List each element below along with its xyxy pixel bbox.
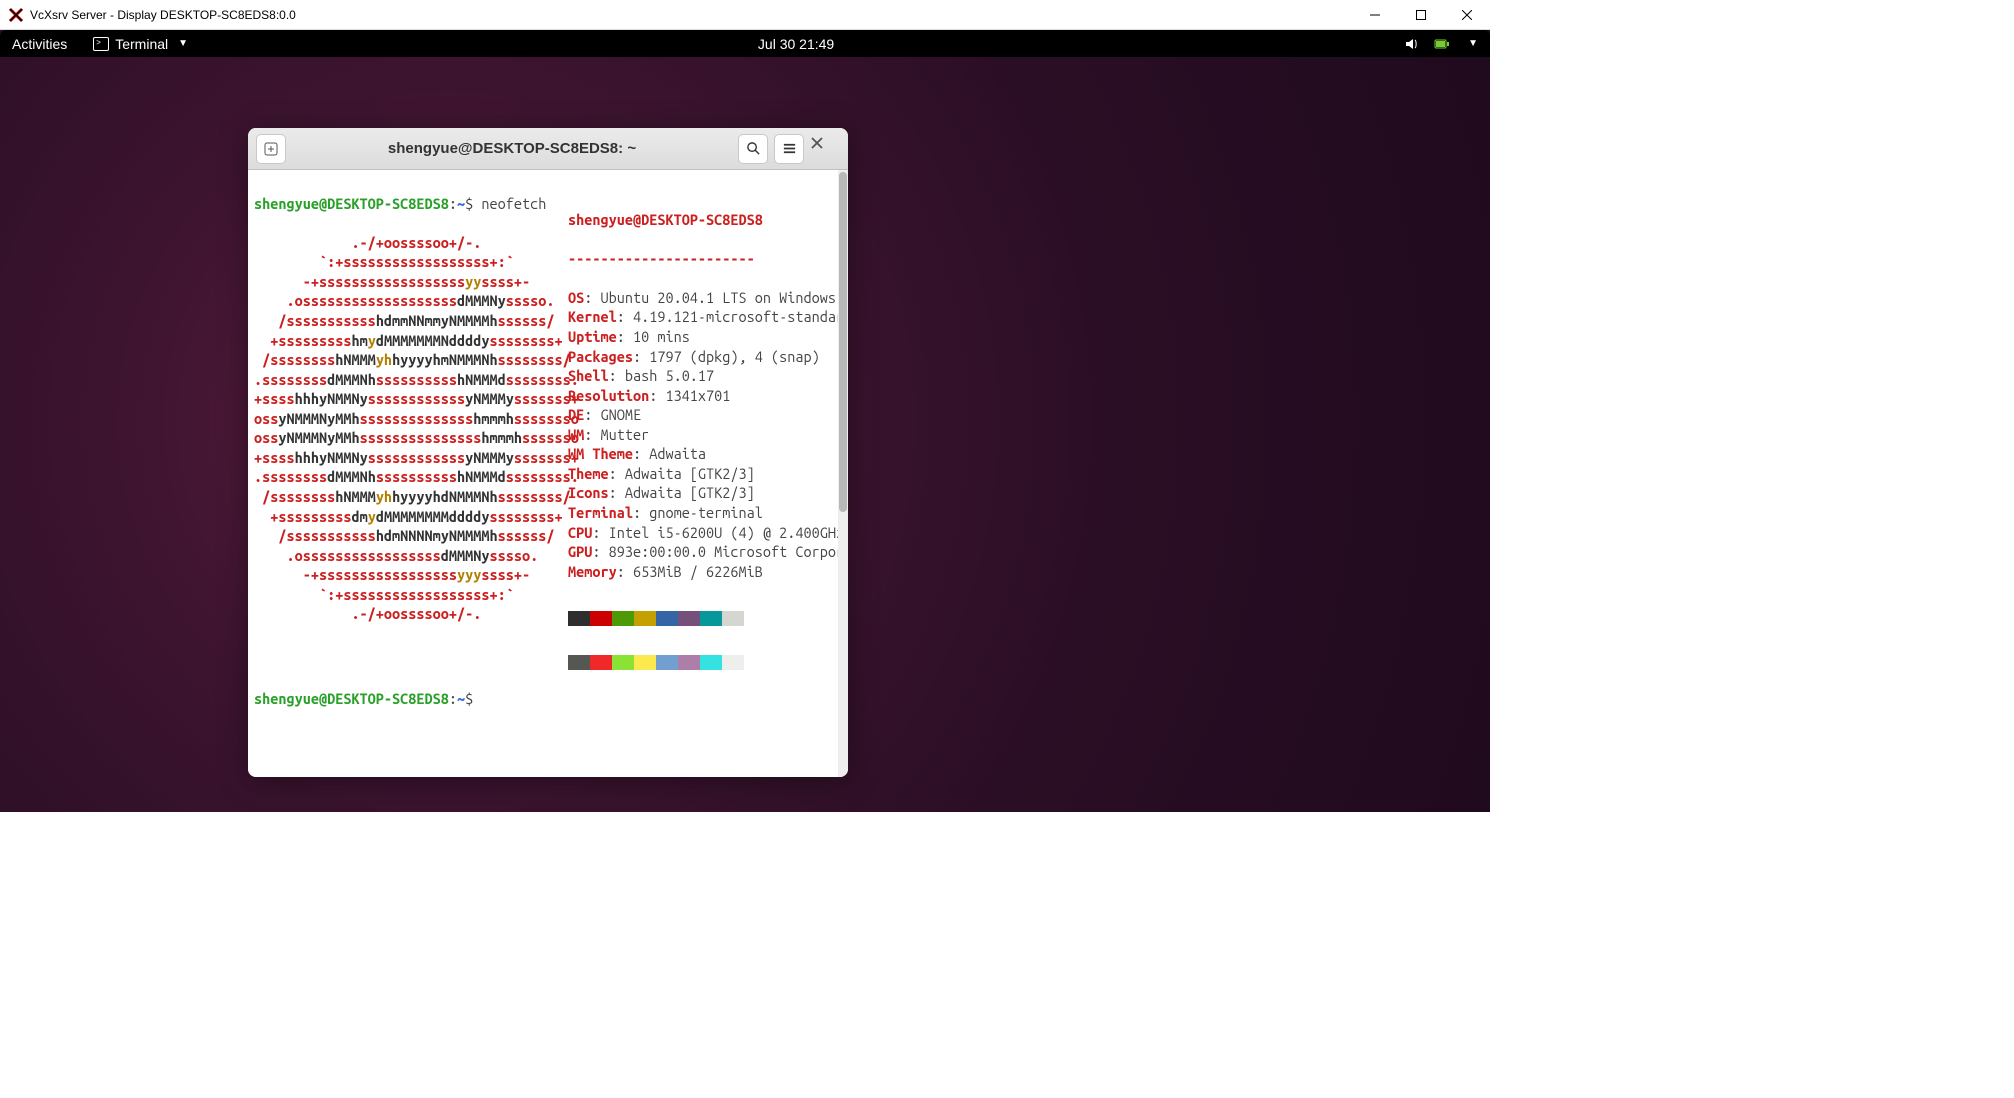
color-swatch: [634, 611, 656, 626]
gnome-desktop: Activities Terminal ▼ Jul 30 21:49 ▼ she…: [0, 30, 1490, 812]
info-row: Kernel: 4.19.121-microsoft-standard: [568, 307, 848, 327]
info-row: GPU: 893e:00:00.0 Microsoft Corporat: [568, 542, 848, 562]
new-tab-icon: [263, 141, 279, 157]
prompt-path: ~: [457, 195, 465, 212]
command: neofetch: [481, 195, 546, 212]
info-row: WM: Mutter: [568, 425, 848, 445]
color-swatches-row-2: [568, 655, 848, 670]
color-swatch: [612, 611, 634, 626]
color-swatch: [590, 655, 612, 670]
neofetch-ascii: .-/+oossssoo+/-. `:+ssssssssssssssssss+:…: [254, 234, 587, 623]
info-row: Memory: 653MiB / 6226MiB: [568, 562, 848, 582]
menu-button[interactable]: [774, 134, 804, 164]
info-row: DE: GNOME: [568, 405, 848, 425]
color-swatches-row-1: [568, 611, 848, 626]
app-menu-label: Terminal: [115, 36, 168, 52]
activities-button[interactable]: Activities: [12, 36, 67, 52]
prompt-path: ~: [457, 690, 465, 707]
maximize-button[interactable]: [1398, 0, 1444, 30]
vcxsrv-icon: [8, 7, 24, 23]
info-row: OS: Ubuntu 20.04.1 LTS on Windows 10: [568, 288, 848, 308]
neofetch-info: shengyue@DESKTOP-SC8EDS8 ---------------…: [568, 190, 848, 690]
volume-icon: [1404, 36, 1420, 52]
info-row: WM Theme: Adwaita: [568, 444, 848, 464]
terminal-icon: [93, 37, 109, 51]
new-tab-button[interactable]: [256, 134, 286, 164]
gnome-top-bar: Activities Terminal ▼ Jul 30 21:49 ▼: [0, 30, 1490, 57]
close-icon: [810, 136, 824, 150]
terminal-close-button[interactable]: [810, 134, 840, 164]
terminal-header: shengyue@DESKTOP-SC8EDS8: ~: [248, 128, 848, 170]
color-swatch: [700, 611, 722, 626]
chevron-down-icon: ▼: [1468, 38, 1478, 49]
info-row: Resolution: 1341x701: [568, 386, 848, 406]
color-swatch: [678, 611, 700, 626]
search-icon: [746, 141, 761, 156]
info-row: Terminal: gnome-terminal: [568, 503, 848, 523]
windows-titlebar: VcXsrv Server - Display DESKTOP-SC8EDS8:…: [0, 0, 1490, 30]
system-status-area[interactable]: ▼: [1404, 36, 1478, 52]
separator: -----------------------: [568, 249, 848, 269]
prompt-user: shengyue@DESKTOP-SC8EDS8: [254, 690, 449, 707]
prompt-user: shengyue@DESKTOP-SC8EDS8: [254, 195, 449, 212]
color-swatch: [612, 655, 634, 670]
info-row: Packages: 1797 (dpkg), 4 (snap): [568, 347, 848, 367]
color-swatch: [634, 655, 656, 670]
color-swatch: [722, 611, 744, 626]
chevron-down-icon: ▼: [178, 38, 188, 49]
color-swatch: [656, 611, 678, 626]
color-swatch: [568, 611, 590, 626]
info-row: Uptime: 10 mins: [568, 327, 848, 347]
close-button[interactable]: [1444, 0, 1490, 30]
scrollbar[interactable]: [838, 170, 848, 777]
hamburger-icon: [782, 141, 797, 156]
minimize-button[interactable]: [1352, 0, 1398, 30]
search-button[interactable]: [738, 134, 768, 164]
color-swatch: [700, 655, 722, 670]
color-swatch: [590, 611, 612, 626]
color-swatch: [722, 655, 744, 670]
info-row: Icons: Adwaita [GTK2/3]: [568, 483, 848, 503]
color-swatch: [656, 655, 678, 670]
color-swatch: [678, 655, 700, 670]
app-menu[interactable]: Terminal ▼: [93, 36, 188, 52]
battery-icon: [1434, 36, 1450, 52]
windows-controls: [1352, 0, 1490, 30]
color-swatch: [568, 655, 590, 670]
clock[interactable]: Jul 30 21:49: [188, 36, 1404, 52]
terminal-window: shengyue@DESKTOP-SC8EDS8: ~ shengyue@DES…: [248, 128, 848, 777]
info-row: Shell: bash 5.0.17: [568, 366, 848, 386]
terminal-title: shengyue@DESKTOP-SC8EDS8: ~: [286, 140, 738, 157]
terminal-body[interactable]: shengyue@DESKTOP-SC8EDS8:~$ neofetch .-/…: [248, 170, 848, 777]
windows-title: VcXsrv Server - Display DESKTOP-SC8EDS8:…: [30, 8, 1352, 22]
scrollbar-thumb[interactable]: [839, 172, 847, 512]
info-row: Theme: Adwaita [GTK2/3]: [568, 464, 848, 484]
info-row: CPU: Intel i5-6200U (4) @ 2.400GHz: [568, 523, 848, 543]
